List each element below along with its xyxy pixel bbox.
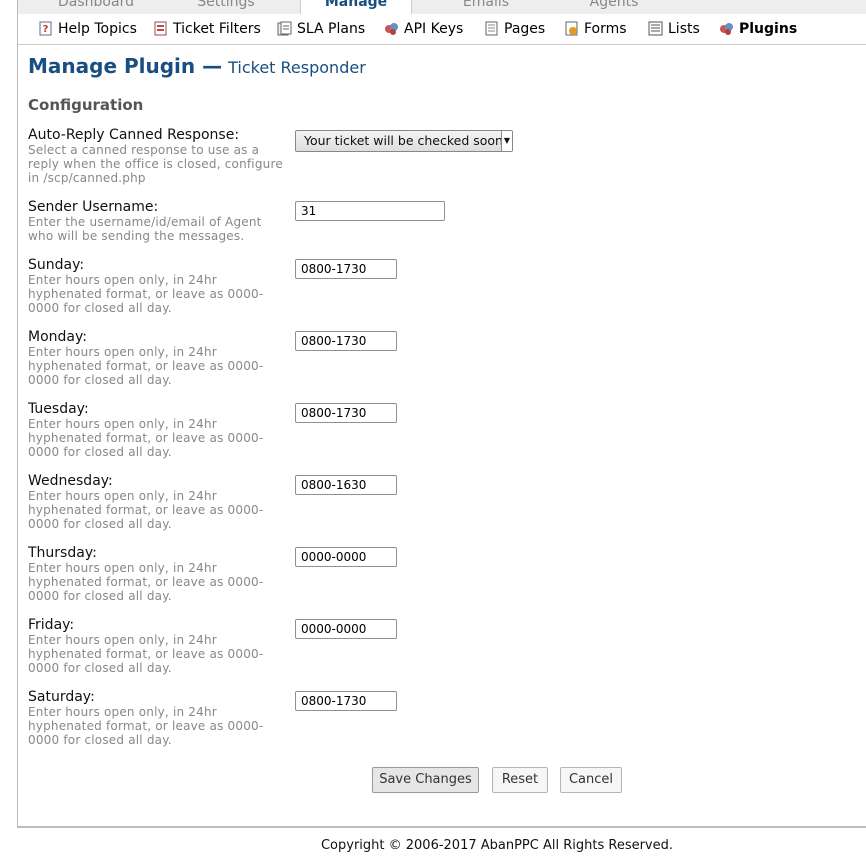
saturday-hint: Enter hours open only, in 24hr hyphenate… bbox=[28, 705, 264, 747]
subnav-label: Pages bbox=[504, 21, 546, 37]
friday-row: Friday: Enter hours open only, in 24hr h… bbox=[28, 617, 288, 675]
top-tabs: Dashboard Settings Manage Emails Agents bbox=[18, 0, 866, 14]
tuesday-hours-input[interactable] bbox=[295, 403, 397, 423]
page-title: Manage Plugin — bbox=[28, 54, 223, 78]
thursday-row: Thursday: Enter hours open only, in 24hr… bbox=[28, 545, 288, 603]
monday-row: Monday: Enter hours open only, in 24hr h… bbox=[28, 329, 288, 387]
subnav-sla-plans[interactable]: SLA Plans bbox=[277, 20, 365, 38]
sunday-hours-input[interactable] bbox=[295, 259, 397, 279]
auto-reply-hint: Select a canned response to use as a rep… bbox=[28, 143, 283, 185]
friday-label: Friday: bbox=[28, 617, 75, 633]
saturday-row: Saturday: Enter hours open only, in 24hr… bbox=[28, 689, 288, 747]
wednesday-hint: Enter hours open only, in 24hr hyphenate… bbox=[28, 489, 264, 531]
pages-icon bbox=[485, 21, 498, 36]
api-keys-icon bbox=[385, 23, 398, 35]
tab-agents[interactable]: Agents bbox=[566, 0, 662, 14]
help-topics-icon: ? bbox=[39, 21, 52, 36]
sla-plans-icon bbox=[277, 21, 292, 36]
lists-icon bbox=[648, 21, 663, 36]
subnav-forms[interactable]: Forms bbox=[564, 20, 627, 38]
subnav-label: Ticket Filters bbox=[173, 21, 261, 37]
auto-reply-row: Auto-Reply Canned Response: Select a can… bbox=[28, 127, 288, 185]
wednesday-label: Wednesday: bbox=[28, 473, 113, 489]
sunday-label: Sunday: bbox=[28, 257, 85, 273]
subnav-help-topics[interactable]: ? Help Topics bbox=[38, 20, 137, 38]
footer-copyright: Copyright © 2006-2017 AbanPPC All Rights… bbox=[320, 838, 674, 853]
svg-text:?: ? bbox=[43, 24, 49, 35]
subnav-pages[interactable]: Pages bbox=[484, 20, 545, 38]
section-title: Configuration bbox=[28, 96, 144, 114]
tuesday-row: Tuesday: Enter hours open only, in 24hr … bbox=[28, 401, 288, 459]
tab-dashboard[interactable]: Dashboard bbox=[45, 0, 147, 14]
monday-label: Monday: bbox=[28, 329, 87, 345]
sunday-hint: Enter hours open only, in 24hr hyphenate… bbox=[28, 273, 264, 315]
sender-username-input[interactable] bbox=[295, 201, 445, 221]
subnav-ticket-filters[interactable]: Ticket Filters bbox=[153, 20, 261, 38]
thursday-hint: Enter hours open only, in 24hr hyphenate… bbox=[28, 561, 264, 603]
sub-navigation: ? Help Topics Ticket Filters SLA Plans AP… bbox=[18, 14, 866, 45]
forms-icon bbox=[565, 21, 578, 36]
reset-button[interactable]: Reset bbox=[492, 767, 548, 793]
thursday-label: Thursday: bbox=[28, 545, 97, 561]
auto-reply-selected: Your ticket will be checked soon bbox=[304, 133, 503, 148]
sender-label: Sender Username: bbox=[28, 199, 159, 215]
subnav-label: API Keys bbox=[404, 21, 464, 37]
monday-hint: Enter hours open only, in 24hr hyphenate… bbox=[28, 345, 264, 387]
ticket-filters-icon bbox=[154, 21, 167, 36]
subnav-label: Forms bbox=[584, 21, 627, 37]
save-changes-button[interactable]: Save Changes bbox=[372, 767, 479, 793]
monday-hours-input[interactable] bbox=[295, 331, 397, 351]
sender-hint: Enter the username/id/email of Agent who… bbox=[28, 215, 262, 243]
tuesday-label: Tuesday: bbox=[28, 401, 89, 417]
sunday-row: Sunday: Enter hours open only, in 24hr h… bbox=[28, 257, 288, 315]
subnav-label: SLA Plans bbox=[297, 21, 366, 37]
subnav-label: Plugins bbox=[739, 21, 798, 37]
subnav-api-keys[interactable]: API Keys bbox=[384, 20, 463, 38]
cancel-button[interactable]: Cancel bbox=[560, 767, 622, 793]
sender-row: Sender Username: Enter the username/id/e… bbox=[28, 199, 288, 243]
saturday-label: Saturday: bbox=[28, 689, 95, 705]
page-heading: Manage Plugin — Ticket Responder bbox=[28, 54, 366, 78]
saturday-hours-input[interactable] bbox=[295, 691, 397, 711]
subnav-plugins[interactable]: Plugins bbox=[719, 20, 797, 38]
friday-hours-input[interactable] bbox=[295, 619, 397, 639]
tab-manage[interactable]: Manage bbox=[300, 0, 412, 14]
auto-reply-label: Auto-Reply Canned Response: bbox=[28, 127, 240, 143]
main-frame: Dashboard Settings Manage Emails Agents … bbox=[17, 0, 866, 828]
subnav-label: Lists bbox=[668, 21, 700, 37]
tab-emails[interactable]: Emails bbox=[438, 0, 534, 14]
wednesday-hours-input[interactable] bbox=[295, 475, 397, 495]
subnav-label: Help Topics bbox=[58, 21, 137, 37]
auto-reply-select[interactable]: Your ticket will be checked soon ▼ bbox=[295, 130, 513, 152]
friday-hint: Enter hours open only, in 24hr hyphenate… bbox=[28, 633, 264, 675]
thursday-hours-input[interactable] bbox=[295, 547, 397, 567]
tuesday-hint: Enter hours open only, in 24hr hyphenate… bbox=[28, 417, 264, 459]
tab-settings[interactable]: Settings bbox=[178, 0, 274, 14]
subnav-lists[interactable]: Lists bbox=[648, 20, 700, 38]
plugins-icon bbox=[720, 23, 733, 35]
dropdown-arrow-icon[interactable]: ▼ bbox=[501, 131, 512, 151]
plugin-name: Ticket Responder bbox=[228, 58, 366, 77]
wednesday-row: Wednesday: Enter hours open only, in 24h… bbox=[28, 473, 288, 531]
